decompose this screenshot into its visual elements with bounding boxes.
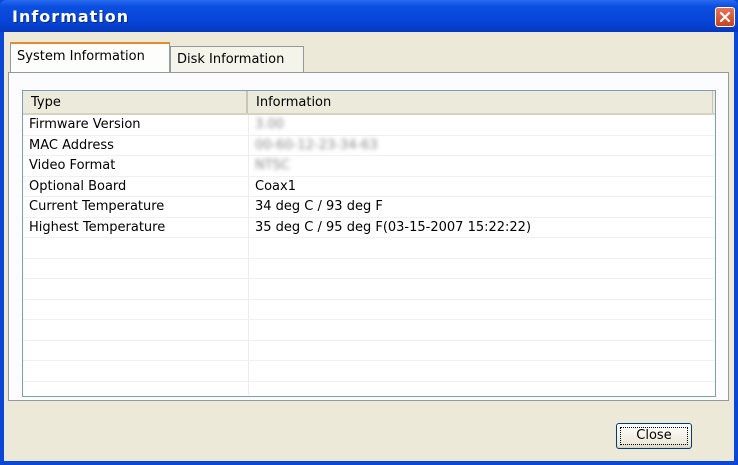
row-type: Video Format [29, 158, 116, 173]
table-row[interactable]: Optional Board Coax1 [23, 177, 715, 197]
title-bar[interactable]: Information [0, 0, 738, 32]
table-row[interactable] [23, 238, 715, 259]
table-row[interactable] [23, 300, 715, 320]
table-row[interactable]: Video Format NTSC [23, 156, 715, 177]
window-title: Information [12, 7, 130, 26]
dialog-footer: Close [4, 409, 734, 461]
table-row[interactable] [23, 320, 715, 341]
row-type: Highest Temperature [29, 219, 166, 235]
row-info: NTSC [255, 158, 290, 173]
row-type: MAC Address [29, 137, 114, 153]
table-row[interactable] [23, 259, 715, 279]
row-info: 3.00 [255, 117, 284, 132]
list-header: Type Information [23, 91, 715, 115]
close-window-button[interactable] [715, 7, 735, 27]
list-rows: Firmware Version 3.00 MAC Address 00-60-… [23, 115, 715, 382]
table-row[interactable]: Highest Temperature 35 deg C / 95 deg F(… [23, 218, 715, 238]
table-row[interactable] [23, 279, 715, 300]
table-row[interactable]: Firmware Version 3.00 [23, 115, 715, 136]
row-type: Current Temperature [29, 199, 165, 214]
row-type: Optional Board [29, 178, 127, 194]
table-row[interactable]: Current Temperature 34 deg C / 93 deg F [23, 197, 715, 218]
close-button[interactable]: Close [616, 423, 692, 449]
system-information-panel: Type Information Firmware Version 3.00 M… [8, 72, 729, 401]
table-row[interactable] [23, 361, 715, 382]
column-header-type[interactable]: Type [23, 91, 248, 113]
tab-system-information[interactable]: System Information [10, 42, 170, 72]
row-info: 00-60-12-23-34-63 [255, 137, 378, 153]
tab-disk-information[interactable]: Disk Information [170, 46, 304, 72]
row-info: 34 deg C / 93 deg F [255, 199, 383, 214]
row-type: Firmware Version [29, 117, 141, 132]
dialog-body: System Information Disk Information Type… [4, 32, 734, 461]
table-row[interactable]: MAC Address 00-60-12-23-34-63 [23, 136, 715, 156]
row-info: 35 deg C / 95 deg F(03-15-2007 15:22:22) [255, 219, 532, 235]
table-row[interactable] [23, 341, 715, 361]
column-header-information[interactable]: Information [248, 91, 713, 113]
information-window: Information System Information Disk Info… [0, 0, 738, 465]
close-icon [719, 11, 731, 23]
row-info: Coax1 [255, 178, 296, 194]
information-list[interactable]: Type Information Firmware Version 3.00 M… [22, 90, 716, 397]
